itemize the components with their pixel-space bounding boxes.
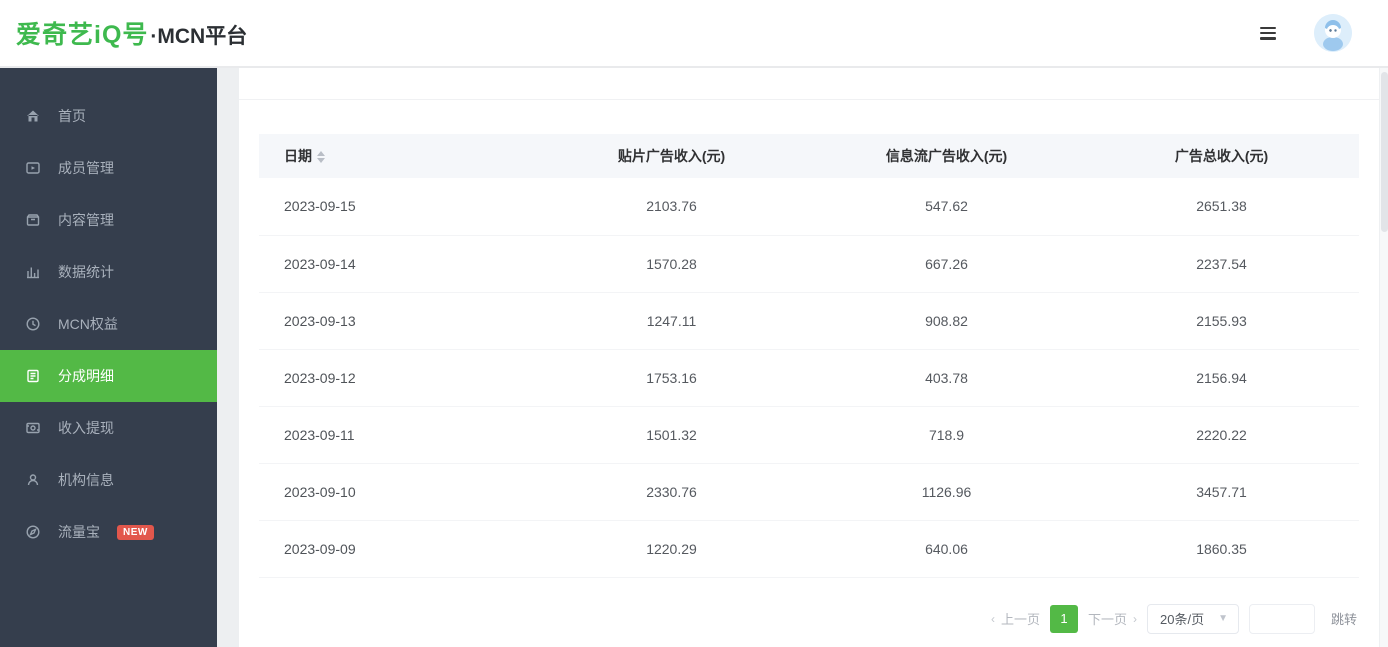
traffic-icon [25,524,41,540]
table-header-row: 日期 贴片广告收入(元) 信息流广告收入(元) 广告总收入(元) [259,134,1359,178]
scrollbar-thumb[interactable] [1381,72,1388,232]
cell-feed: 1126.96 [809,463,1084,520]
cell-date: 2023-09-15 [259,178,534,235]
sidebar-item-members[interactable]: 成员管理 [0,142,217,194]
revenue-table-panel: 日期 贴片广告收入(元) 信息流广告收入(元) 广告总收入(元) 2023-09… [259,134,1359,578]
sidebar-item-label: MCN权益 [58,314,118,334]
cell-feed: 718.9 [809,406,1084,463]
sidebar-item-label: 首页 [58,106,86,126]
cell-total: 2156.94 [1084,349,1359,406]
revenue-table: 日期 贴片广告收入(元) 信息流广告收入(元) 广告总收入(元) 2023-09… [259,134,1359,578]
cell-feed: 547.62 [809,178,1084,235]
page-number-1[interactable]: 1 [1050,605,1078,633]
content-icon [25,212,41,228]
org-icon [25,472,41,488]
cell-preroll: 1753.16 [534,349,809,406]
chevron-right-icon: › [1133,612,1137,626]
cell-total: 2155.93 [1084,292,1359,349]
sidebar-item-label: 数据统计 [58,262,114,282]
pagination: ‹ 上一页 1 下一页 › 20条/页 ▼ 跳转 [239,604,1357,634]
chevron-down-icon: ▼ [1218,613,1228,624]
cell-preroll: 1247.11 [534,292,809,349]
withdraw-icon [25,420,41,436]
cell-date: 2023-09-09 [259,520,534,577]
cell-feed: 908.82 [809,292,1084,349]
avatar-character-icon [1314,14,1352,52]
clock-icon [25,316,41,332]
table-row: 2023-09-12 1753.16 403.78 2156.94 [259,349,1359,406]
table-row: 2023-09-09 1220.29 640.06 1860.35 [259,520,1359,577]
next-page-button[interactable]: 下一页 › [1088,609,1137,628]
vertical-scrollbar[interactable] [1379,68,1388,647]
app-header: 爱奇艺iQ号 ·MCN平台 [0,0,1388,68]
platform-text: ·MCN平台 [150,20,247,50]
table-row: 2023-09-14 1570.28 667.26 2237.54 [259,235,1359,292]
cell-preroll: 1220.29 [534,520,809,577]
page-size-select[interactable]: 20条/页 ▼ [1147,604,1239,634]
members-icon [25,160,41,176]
column-header-date[interactable]: 日期 [259,134,534,178]
column-header-total-income: 广告总收入(元) [1084,134,1359,178]
new-badge: NEW [117,525,154,540]
table-row: 2023-09-10 2330.76 1126.96 3457.71 [259,463,1359,520]
sidebar-item-traffic[interactable]: 流量宝 NEW [0,506,217,558]
cell-total: 1860.35 [1084,520,1359,577]
sort-caret-icon[interactable] [317,151,325,163]
sidebar-item-label: 机构信息 [58,470,114,490]
cell-date: 2023-09-10 [259,463,534,520]
sidebar-item-label: 内容管理 [58,210,114,230]
sidebar-item-org-info[interactable]: 机构信息 [0,454,217,506]
sidebar-nav: 首页 成员管理 内容管理 数据统计 MCN权益 [0,68,217,647]
detail-icon [25,368,41,384]
app-logo[interactable]: 爱奇艺iQ号 ·MCN平台 [16,15,247,51]
sidebar-item-content[interactable]: 内容管理 [0,194,217,246]
sidebar-item-mcn-rights[interactable]: MCN权益 [0,298,217,350]
cell-total: 2220.22 [1084,406,1359,463]
sidebar-item-home[interactable]: 首页 [0,90,217,142]
main-content: 日期 贴片广告收入(元) 信息流广告收入(元) 广告总收入(元) 2023-09… [239,68,1388,647]
cell-feed: 403.78 [809,349,1084,406]
cell-preroll: 2330.76 [534,463,809,520]
home-icon [25,108,41,124]
cell-date: 2023-09-11 [259,406,534,463]
column-header-preroll-income: 贴片广告收入(元) [534,134,809,178]
cell-date: 2023-09-12 [259,349,534,406]
table-row: 2023-09-13 1247.11 908.82 2155.93 [259,292,1359,349]
jump-button[interactable]: 跳转 [1331,609,1357,628]
cell-date: 2023-09-14 [259,235,534,292]
sidebar-item-label: 收入提现 [58,418,114,438]
content-subheader [239,68,1379,100]
table-row: 2023-09-11 1501.32 718.9 2220.22 [259,406,1359,463]
prev-page-button[interactable]: ‹ 上一页 [991,609,1040,628]
content-gutter [217,68,239,647]
sidebar-item-label: 分成明细 [58,366,114,386]
cell-preroll: 1501.32 [534,406,809,463]
sidebar-item-withdraw[interactable]: 收入提现 [0,402,217,454]
cell-total: 2237.54 [1084,235,1359,292]
cell-feed: 667.26 [809,235,1084,292]
menu-icon[interactable] [1260,27,1276,40]
cell-total: 3457.71 [1084,463,1359,520]
cell-preroll: 1570.28 [534,235,809,292]
chevron-left-icon: ‹ [991,612,995,626]
user-avatar[interactable] [1314,14,1352,52]
cell-preroll: 2103.76 [534,178,809,235]
sidebar-item-label: 流量宝 [58,522,100,542]
column-header-feed-income: 信息流广告收入(元) [809,134,1084,178]
table-row: 2023-09-15 2103.76 547.62 2651.38 [259,178,1359,235]
cell-date: 2023-09-13 [259,292,534,349]
cell-total: 2651.38 [1084,178,1359,235]
brand-text: 爱奇艺iQ号 [16,15,148,51]
sidebar-item-label: 成员管理 [58,158,114,178]
sidebar-item-stats[interactable]: 数据统计 [0,246,217,298]
sidebar-item-revenue-detail[interactable]: 分成明细 [0,350,217,402]
jump-page-input[interactable] [1249,604,1315,634]
stats-icon [25,264,41,280]
cell-feed: 640.06 [809,520,1084,577]
